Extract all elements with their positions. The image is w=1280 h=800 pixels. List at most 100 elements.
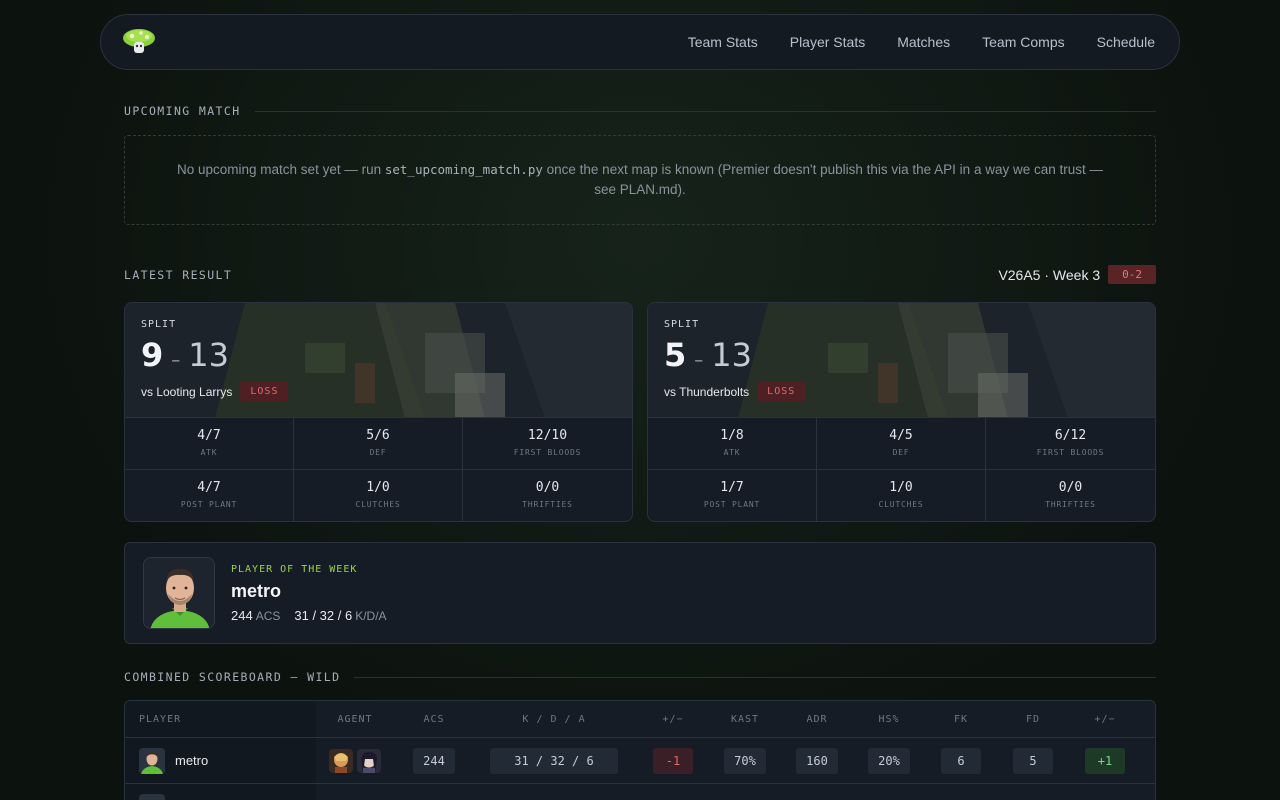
match-hero: SPLIT 5 – 13 vs Thunderbolts LOSS bbox=[648, 303, 1155, 418]
opponent-score: 13 bbox=[711, 336, 752, 374]
map-name: SPLIT bbox=[664, 319, 700, 330]
table-row-partial[interactable] bbox=[125, 784, 1155, 800]
stat-value: 0/0 bbox=[535, 480, 560, 495]
result-badge: LOSS bbox=[757, 382, 806, 401]
scoreboard-table: PLAYER AGENT ACS K / D / A +/− KAST ADR … bbox=[124, 700, 1156, 800]
stat-value: 4/7 bbox=[197, 480, 221, 495]
match-stat-grid: 1/8 ATK 4/5 DEF 6/12 FIRST BLOODS 1/7 POST P… bbox=[648, 418, 1155, 521]
match-score: 9 – 13 bbox=[141, 336, 616, 374]
stat-value: 4/7 bbox=[197, 428, 221, 443]
plus-minus-value: -1 bbox=[653, 747, 693, 774]
table-row[interactable]: metro 244 31 / 32 / 6 -1 70% 160 20% 6 5… bbox=[125, 738, 1155, 784]
acs-value: 244 bbox=[413, 747, 455, 774]
week-label: V26A5 · Week 3 bbox=[998, 266, 1101, 283]
fk-value: 6 bbox=[941, 747, 981, 774]
divider bbox=[354, 676, 1156, 678]
upcoming-header: UPCOMING MATCH bbox=[124, 104, 1156, 118]
agent-icon bbox=[357, 748, 381, 773]
player-avatar bbox=[143, 557, 215, 629]
upcoming-text-after: once the next map is known (Premier does… bbox=[542, 162, 1103, 197]
potw-kda-unit: K/D/A bbox=[355, 608, 387, 623]
potw-stats: 244 ACS 31 / 32 / 6 K/D/A bbox=[231, 608, 387, 623]
opponent-name: vs Looting Larrys bbox=[141, 384, 233, 399]
upcoming-title: UPCOMING MATCH bbox=[124, 104, 241, 118]
adr-value: 160 bbox=[796, 747, 838, 774]
player-avatar bbox=[139, 747, 165, 774]
header-adr[interactable]: ADR bbox=[778, 714, 856, 725]
header-agent[interactable]: AGENT bbox=[316, 714, 394, 725]
score-dash: – bbox=[171, 350, 181, 371]
nav-matches[interactable]: Matches bbox=[897, 34, 950, 50]
team-score: 9 bbox=[141, 336, 164, 374]
stat-def: 4/5 DEF bbox=[817, 418, 986, 470]
stat-def: 5/6 DEF bbox=[294, 418, 463, 470]
stat-label: CLUTCHES bbox=[878, 500, 924, 509]
map-name: SPLIT bbox=[141, 319, 177, 330]
header-fd[interactable]: FD bbox=[1000, 714, 1066, 725]
header-fk-fd-diff[interactable]: +/− bbox=[1066, 714, 1144, 725]
stat-label: ATK bbox=[200, 448, 218, 457]
potw-tag: PLAYER OF THE WEEK bbox=[231, 563, 358, 575]
week-info: V26A5 · Week 3 0-2 bbox=[998, 265, 1156, 284]
stat-label: DEF bbox=[892, 448, 910, 457]
header-acs[interactable]: ACS bbox=[394, 714, 474, 725]
score-dash: – bbox=[694, 350, 704, 371]
stat-clutches: 1/0 CLUTCHES bbox=[294, 470, 463, 521]
stat-first-bloods: 6/12 FIRST BLOODS bbox=[986, 418, 1155, 470]
potw-acs: 244 ACS bbox=[231, 608, 280, 623]
stat-value: 0/0 bbox=[1058, 480, 1083, 495]
stat-atk: 1/8 ATK bbox=[648, 418, 817, 470]
header-plus-minus[interactable]: +/− bbox=[634, 714, 712, 725]
player-name[interactable]: metro bbox=[175, 753, 208, 768]
nav-player-stats[interactable]: Player Stats bbox=[790, 34, 865, 50]
header-kast[interactable]: KAST bbox=[712, 714, 778, 725]
player-avatar bbox=[139, 794, 165, 800]
stat-label: FIRST BLOODS bbox=[1036, 448, 1105, 457]
header-kda[interactable]: K / D / A bbox=[474, 714, 634, 725]
stat-thrifties: 0/0 THRIFTIES bbox=[986, 470, 1155, 521]
stat-first-bloods: 12/10 FIRST BLOODS bbox=[463, 418, 632, 470]
opponent-score: 13 bbox=[188, 336, 229, 374]
stat-label: THRIFTIES bbox=[1045, 500, 1096, 509]
fk-fd-diff-value: +1 bbox=[1085, 747, 1125, 774]
stat-thrifties: 0/0 THRIFTIES bbox=[463, 470, 632, 521]
kast-value: 70% bbox=[724, 747, 766, 774]
stat-label: ATK bbox=[723, 448, 741, 457]
match-stat-grid: 4/7 ATK 5/6 DEF 12/10 FIRST BLOODS 4/7 POST … bbox=[125, 418, 632, 521]
potw-player-name[interactable]: metro bbox=[231, 581, 387, 602]
header-hs[interactable]: HS% bbox=[856, 714, 922, 725]
hs-value: 20% bbox=[868, 747, 910, 774]
mushroom-logo-icon[interactable] bbox=[121, 27, 157, 57]
nav-team-comps[interactable]: Team Comps bbox=[982, 34, 1064, 50]
scoreboard-header: COMBINED SCOREBOARD — WILD bbox=[124, 670, 1156, 684]
match-score: 5 – 13 bbox=[664, 336, 1139, 374]
stat-label: CLUTCHES bbox=[355, 500, 401, 509]
latest-title: LATEST RESULT bbox=[124, 268, 233, 282]
stat-post-plant: 1/7 POST PLANT bbox=[648, 470, 817, 521]
upcoming-empty-message: No upcoming match set yet — run set_upco… bbox=[124, 135, 1156, 225]
top-nav: Team Stats Player Stats Matches Team Com… bbox=[100, 14, 1180, 70]
match-card[interactable]: SPLIT 5 – 13 vs Thunderbolts LOSS 1/8 ATK… bbox=[647, 302, 1156, 522]
player-of-the-week-card[interactable]: PLAYER OF THE WEEK metro 244 ACS 31 / 32 … bbox=[124, 542, 1156, 644]
stat-value: 1/7 bbox=[720, 480, 744, 495]
nav-team-stats[interactable]: Team Stats bbox=[688, 34, 758, 50]
team-score: 5 bbox=[664, 336, 687, 374]
scoreboard-title: COMBINED SCOREBOARD — WILD bbox=[124, 670, 341, 684]
stat-clutches: 1/0 CLUTCHES bbox=[817, 470, 986, 521]
fd-value: 5 bbox=[1013, 747, 1053, 774]
header-player[interactable]: PLAYER bbox=[125, 701, 316, 737]
stat-value: 4/5 bbox=[889, 428, 913, 443]
agent-icon bbox=[329, 748, 353, 773]
potw-kda: 31 / 32 / 6 K/D/A bbox=[294, 608, 386, 623]
header-fk[interactable]: FK bbox=[922, 714, 1000, 725]
potw-acs-unit: ACS bbox=[255, 608, 281, 623]
potw-acs-value: 244 bbox=[231, 607, 253, 623]
table-header: PLAYER AGENT ACS K / D / A +/− KAST ADR … bbox=[125, 701, 1155, 738]
stat-value: 5/6 bbox=[366, 428, 390, 443]
match-card[interactable]: SPLIT 9 – 13 vs Looting Larrys LOSS 4/7 A… bbox=[124, 302, 633, 522]
stat-label: THRIFTIES bbox=[522, 500, 573, 509]
stat-value: 6/12 bbox=[1054, 428, 1087, 443]
stat-value: 1/0 bbox=[889, 480, 913, 495]
nav-schedule[interactable]: Schedule bbox=[1097, 34, 1155, 50]
stat-value: 1/0 bbox=[366, 480, 390, 495]
